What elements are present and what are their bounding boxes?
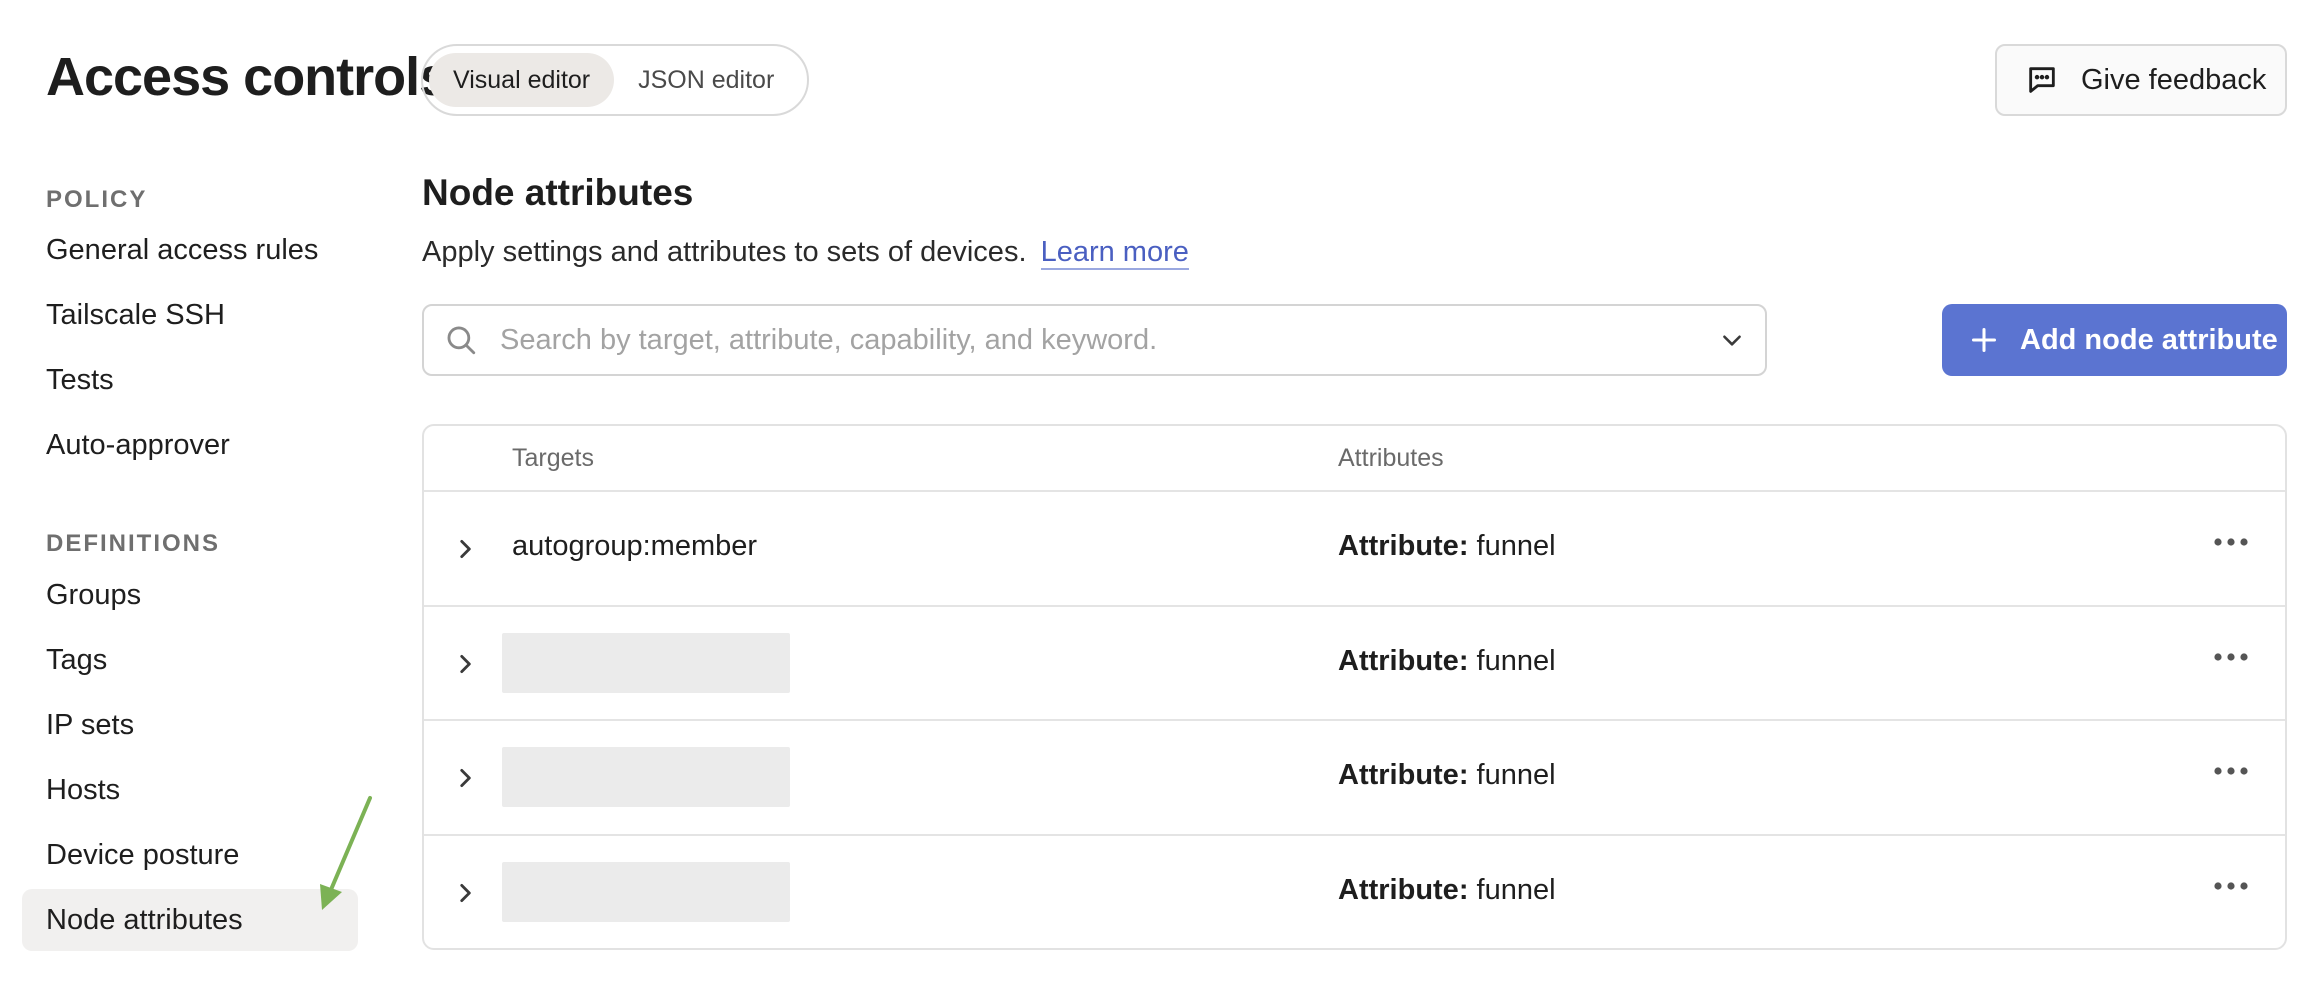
row-attribute: Attribute: funnel [1338, 530, 1556, 563]
row-attribute: Attribute: funnel [1338, 645, 1556, 678]
sidebar-item-tests[interactable]: Tests [22, 349, 358, 411]
sidebar-item-hosts[interactable]: Hosts [22, 759, 358, 821]
attribute-value: funnel [1476, 873, 1556, 906]
sidebar-item-groups[interactable]: Groups [22, 564, 358, 626]
policy-heading: POLICY [46, 186, 148, 213]
add-node-attribute-label: Add node attribute [2020, 323, 2278, 356]
table-row[interactable]: Attribute: funnel [424, 721, 2285, 836]
sidebar-item-auto-approver[interactable]: Auto-approver [22, 414, 358, 476]
chevron-right-icon[interactable] [448, 876, 482, 910]
sidebar-item-tags[interactable]: Tags [22, 629, 358, 691]
search-input[interactable] [500, 323, 1707, 357]
search-combobox[interactable] [422, 304, 1767, 376]
definitions-heading: DEFINITIONS [46, 530, 221, 557]
page-title: Access controls [46, 47, 449, 107]
node-attributes-table: Targets Attributes autogroup:member Attr… [422, 424, 2287, 950]
annotation-arrow [320, 796, 372, 910]
table-row[interactable]: autogroup:member Attribute: funnel [424, 492, 2285, 607]
search-icon [444, 323, 478, 357]
chevron-down-icon[interactable] [1719, 327, 1745, 353]
more-horizontal-icon[interactable] [2206, 866, 2256, 906]
description-text: Apply settings and attributes to sets of… [422, 236, 1027, 268]
message-square-icon [2025, 63, 2059, 97]
column-header-attributes: Attributes [1338, 444, 1444, 472]
sidebar-item-node-attributes[interactable]: Node attributes [22, 889, 358, 951]
section-description: Apply settings and attributes to sets of… [422, 236, 1189, 270]
attribute-label: Attribute: [1338, 759, 1469, 791]
visual-editor-tab[interactable]: Visual editor [429, 53, 615, 107]
add-node-attribute-button[interactable]: Add node attribute [1942, 304, 2287, 376]
chevron-right-icon[interactable] [448, 532, 482, 566]
row-target: autogroup:member [512, 530, 758, 562]
attribute-label: Attribute: [1338, 873, 1469, 906]
sidebar-item-general-access-rules[interactable]: General access rules [22, 219, 358, 281]
sidebar-item-ip-sets[interactable]: IP sets [22, 694, 358, 756]
more-horizontal-icon[interactable] [2206, 637, 2256, 677]
attribute-value: funnel [1476, 759, 1556, 791]
table-row[interactable]: Attribute: funnel [424, 836, 2285, 949]
redacted-target [502, 747, 790, 807]
attribute-value: funnel [1476, 644, 1556, 677]
redacted-target [502, 861, 790, 922]
chevron-right-icon[interactable] [448, 761, 482, 795]
column-header-targets: Targets [512, 444, 594, 472]
give-feedback-label: Give feedback [2081, 63, 2267, 96]
section-title: Node attributes [422, 172, 694, 213]
more-horizontal-icon[interactable] [2206, 522, 2256, 562]
attribute-label: Attribute: [1338, 530, 1469, 562]
row-attribute: Attribute: funnel [1338, 874, 1556, 907]
sidebar-item-device-posture[interactable]: Device posture [22, 824, 358, 886]
attribute-label: Attribute: [1338, 644, 1469, 677]
editor-toggle: Visual editor JSON editor [421, 44, 809, 116]
table-row[interactable]: Attribute: funnel [424, 607, 2285, 721]
sidebar-item-tailscale-ssh[interactable]: Tailscale SSH [22, 284, 358, 346]
more-horizontal-icon[interactable] [2206, 751, 2256, 791]
chevron-right-icon[interactable] [448, 647, 482, 681]
json-editor-tab[interactable]: JSON editor [614, 53, 798, 107]
table-header: Targets Attributes [424, 426, 2285, 492]
plus-icon [1970, 326, 1998, 354]
attribute-value: funnel [1476, 530, 1556, 562]
redacted-target [502, 632, 790, 693]
give-feedback-button[interactable]: Give feedback [1995, 44, 2287, 116]
row-attribute: Attribute: funnel [1338, 759, 1556, 792]
learn-more-link[interactable]: Learn more [1040, 236, 1189, 270]
